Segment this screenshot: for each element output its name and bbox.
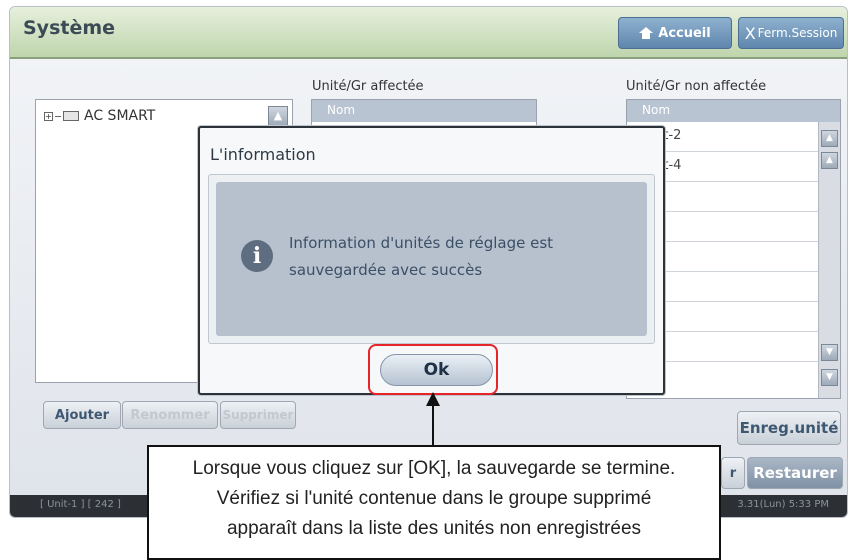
folder-icon	[63, 111, 79, 121]
scroll-top-button[interactable]: ▲	[268, 106, 288, 126]
callout-line: apparaît dans la liste des unités non en…	[226, 518, 642, 539]
dialog-title: L'information	[210, 145, 316, 164]
title-bar: Système Accueil X Ferm.Session	[10, 7, 847, 59]
scroll-down-button[interactable]: ▼	[821, 344, 838, 361]
scroll-up-button[interactable]: ▲	[821, 152, 838, 169]
close-icon: X	[744, 23, 756, 43]
save-unit-button[interactable]: Enreg.unité	[737, 411, 841, 445]
callout-line: Vérifiez si l'unité contenue dans le gro…	[216, 488, 652, 509]
tree-connector	[55, 115, 61, 117]
name-column-header: Nom	[627, 100, 840, 122]
add-button[interactable]: Ajouter	[43, 401, 121, 429]
callout-line: Lorsque vous cliquez sur [OK], la sauveg…	[192, 458, 676, 479]
callout-arrow	[432, 402, 434, 446]
dialog-message: Information d'unités de réglage est sauv…	[289, 230, 619, 284]
home-button[interactable]: Accueil	[618, 17, 732, 49]
page-title: Système	[23, 17, 116, 39]
expand-icon[interactable]: +	[44, 111, 53, 121]
tree-root-item[interactable]: + AC SMART	[44, 108, 155, 124]
logout-label: Ferm.Session	[757, 26, 838, 40]
name-column-header: Nom	[312, 100, 536, 122]
status-unit-info: [ Unit-1 ] [ 242 ]	[40, 499, 121, 510]
logout-button[interactable]: X Ferm.Session	[738, 17, 844, 49]
tree-root-label: AC SMART	[84, 108, 156, 124]
restore-button[interactable]: Restaurer	[747, 457, 843, 489]
status-datetime: 3.31(Lun) 5:33 PM	[737, 499, 829, 510]
assigned-units-title: Unité/Gr affectée	[312, 79, 424, 94]
scroll-bottom-button[interactable]: ▼	[821, 369, 838, 386]
rename-button[interactable]: Renommer	[122, 401, 218, 429]
partial-button[interactable]: r	[721, 457, 745, 489]
scrollbar[interactable]: ▲ ▲ ▼ ▼	[818, 122, 840, 398]
delete-button[interactable]: Supprimer	[220, 401, 296, 429]
ok-highlight-frame	[368, 344, 498, 395]
instruction-callout: Lorsque vous cliquez sur [OK], la sauveg…	[147, 445, 721, 560]
scroll-top-button[interactable]: ▲	[821, 130, 838, 147]
dialog-body: i Information d'unités de réglage est sa…	[208, 174, 655, 344]
dialog-message-panel: i Information d'unités de réglage est sa…	[216, 182, 647, 336]
dialog-message-line: Information d'unités de réglage est	[289, 234, 554, 252]
home-icon	[639, 27, 654, 39]
home-label: Accueil	[658, 25, 711, 41]
dialog-message-line: sauvegardée avec succès	[289, 261, 483, 279]
unassigned-units-title: Unité/Gr non affectée	[626, 79, 767, 94]
info-icon: i	[241, 240, 273, 272]
